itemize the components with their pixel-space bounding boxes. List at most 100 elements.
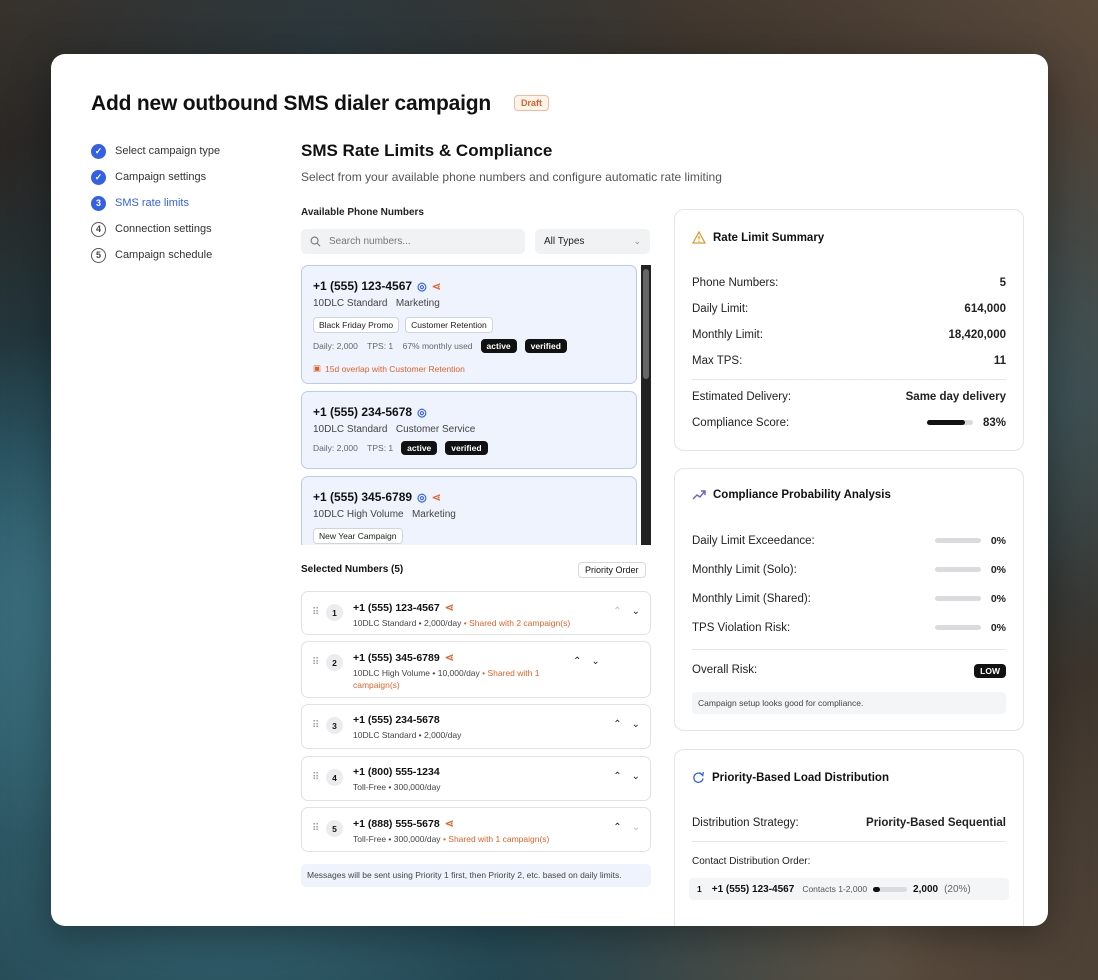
risk-bar (934, 596, 981, 602)
list-scrollbar[interactable] (641, 265, 651, 545)
risk-bar (934, 538, 981, 544)
status-pill: active (401, 441, 438, 455)
status-pill: active (480, 339, 517, 353)
move-down-icon[interactable]: ⌄ (632, 771, 640, 782)
verified-check-icon: ◎ (417, 280, 427, 293)
step-number: 5 (91, 247, 106, 263)
step-check-icon: ✓ (91, 143, 106, 159)
phone-number: +1 (555) 234-5678 (313, 405, 413, 419)
section-subtitle: Select from your available phone numbers… (301, 170, 722, 184)
drag-handle-icon[interactable]: ⠿ (312, 772, 322, 783)
overlap-warning: 15d overlap with Customer Retention (325, 363, 465, 374)
summary-value: 614,000 (964, 303, 1006, 315)
number-stats: Daily: 2,000 TPS: 1 67% monthly used (313, 341, 473, 351)
priority-badge: 3 (326, 717, 343, 734)
move-up-icon[interactable]: ⌃ (613, 771, 621, 782)
step-campaign-schedule[interactable]: 5 Campaign schedule (91, 242, 220, 268)
strategy-value: Priority-Based Sequential (866, 817, 1006, 829)
risk-bar (934, 625, 981, 631)
step-number: 3 (91, 195, 106, 211)
search-input[interactable]: Search numbers... (301, 229, 525, 254)
risk-label: Monthly Limit (Shared): (692, 593, 811, 605)
panel-title: Rate Limit Summary (713, 231, 825, 244)
campaign-tag: Black Friday Promo (313, 317, 400, 333)
risk-value: 0% (990, 564, 1006, 576)
move-up-icon[interactable]: ⌃ (613, 822, 621, 833)
phone-card[interactable]: +1 (555) 345-6789 ◎ ⋖ 10DLC High Volume Ma… (301, 476, 637, 545)
step-connection-settings[interactable]: 4 Connection settings (91, 216, 220, 242)
share-icon: ⋖ (444, 818, 454, 830)
move-down-icon[interactable]: ⌄ (632, 822, 640, 833)
status-pill: verified (524, 339, 567, 353)
step-campaign-settings[interactable]: ✓ Campaign settings (91, 164, 220, 190)
selected-number-row[interactable]: ⠿ 4 +1 (800) 555-1234 Toll-Free • 300,00… (301, 756, 651, 801)
move-down-icon[interactable]: ⌄ (591, 656, 599, 667)
move-down-icon[interactable]: ⌄ (632, 606, 640, 617)
priority-badge: 5 (326, 820, 343, 837)
load-distribution-panel: Priority-Based Load Distribution Distrib… (674, 749, 1024, 926)
step-sms-rate-limits[interactable]: 3 SMS rate limits (91, 190, 220, 216)
warning-icon (692, 231, 706, 244)
number-use: Customer Service (395, 424, 476, 435)
move-up-icon[interactable]: ⌃ (573, 656, 581, 667)
number-desc: 10DLC Standard • 2,000/day (353, 730, 462, 740)
drag-handle-icon[interactable]: ⠿ (312, 657, 322, 668)
priority-note: Messages will be sent using Priority 1 f… (301, 864, 651, 887)
phone-number: +1 (555) 123-4567 (711, 883, 795, 895)
campaign-wizard-card: Add new outbound SMS dialer campaign Dra… (51, 54, 1048, 926)
summary-value: 18,420,000 (948, 329, 1006, 341)
available-numbers-list[interactable]: +1 (555) 123-4567 ◎ ⋖ 10DLC Standard Marke… (301, 265, 651, 545)
overall-risk-label: Overall Risk: (692, 664, 758, 676)
priority-badge: 2 (326, 654, 343, 671)
move-up-icon[interactable]: ⌃ (613, 606, 621, 617)
search-placeholder: Search numbers... (329, 236, 411, 247)
phone-number: +1 (555) 345-6789 (353, 651, 440, 664)
step-select-campaign-type[interactable]: ✓ Select campaign type (91, 138, 220, 164)
selected-number-row[interactable]: ⠿ 3 +1 (555) 234-5678 10DLC Standard • 2… (301, 704, 651, 749)
selected-number-row[interactable]: ⠿ 2 +1 (555) 345-6789 ⋖ 10DLC High Volume… (301, 641, 651, 698)
selected-number-row[interactable]: ⠿ 1 +1 (555) 123-4567 ⋖ 10DLC Standard • … (301, 591, 651, 635)
type-filter-select[interactable]: All Types ⌄ (535, 229, 650, 254)
move-up-icon[interactable]: ⌃ (613, 719, 621, 730)
drag-handle-icon[interactable]: ⠿ (312, 720, 322, 731)
number-stats: Daily: 2,000 TPS: 1 (313, 443, 394, 453)
section-title: SMS Rate Limits & Compliance (301, 141, 553, 160)
risk-value: 0% (990, 622, 1006, 634)
divider (692, 841, 1006, 842)
step-label: Select campaign type (115, 145, 221, 157)
phone-card[interactable]: +1 (555) 234-5678 ◎ 10DLC Standard Custom… (301, 391, 637, 469)
contacts-range: Contacts 1-2,000 (802, 884, 868, 894)
drag-handle-icon[interactable]: ⠿ (312, 607, 322, 618)
draft-badge: Draft (514, 95, 550, 111)
number-desc: 10DLC Standard • 2,000/day (353, 618, 462, 628)
phone-number: +1 (800) 555-1234 (353, 766, 440, 778)
distribution-bar-fill (873, 886, 880, 892)
distribution-row: 1 +1 (555) 123-4567 Contacts 1-2,000 2,0… (689, 878, 1009, 900)
summary-label: Monthly Limit: (692, 329, 763, 341)
priority-order-button[interactable]: Priority Order (578, 562, 646, 578)
number-type: 10DLC Standard (313, 424, 388, 435)
panel-title: Priority-Based Load Distribution (712, 771, 889, 784)
summary-label: Phone Numbers: (692, 277, 779, 289)
compliance-note: Campaign setup looks good for compliance… (692, 692, 1006, 714)
wizard-steps: ✓ Select campaign type ✓ Campaign settin… (91, 138, 220, 268)
phone-card[interactable]: +1 (555) 123-4567 ◎ ⋖ 10DLC Standard Marke… (301, 265, 637, 384)
number-use: Marketing (395, 298, 440, 309)
selected-numbers-label: Selected Numbers (5) (301, 564, 404, 575)
scrollbar-thumb[interactable] (643, 269, 649, 379)
summary-value: 11 (993, 355, 1006, 367)
step-check-icon: ✓ (91, 169, 106, 185)
phone-number: +1 (555) 123-4567 (313, 279, 413, 293)
contact-count: 2,000 (913, 883, 939, 895)
number-type: 10DLC Standard (313, 298, 388, 309)
drag-handle-icon[interactable]: ⠿ (312, 823, 322, 834)
share-icon: ⋖ (431, 491, 441, 504)
phone-number: +1 (555) 123-4567 (353, 601, 440, 614)
panel-title: Compliance Probability Analysis (713, 489, 891, 501)
rate-limit-summary-panel: Rate Limit Summary Phone Numbers: 5 Daily… (674, 209, 1024, 451)
step-label: SMS rate limits (115, 197, 189, 209)
shared-note: • Shared with 2 campaign(s) (463, 618, 571, 628)
selected-number-row[interactable]: ⠿ 5 +1 (888) 555-5678 ⋖ Toll-Free • 300,0… (301, 807, 651, 852)
priority-badge: 1 (326, 604, 343, 621)
move-down-icon[interactable]: ⌄ (632, 719, 640, 730)
